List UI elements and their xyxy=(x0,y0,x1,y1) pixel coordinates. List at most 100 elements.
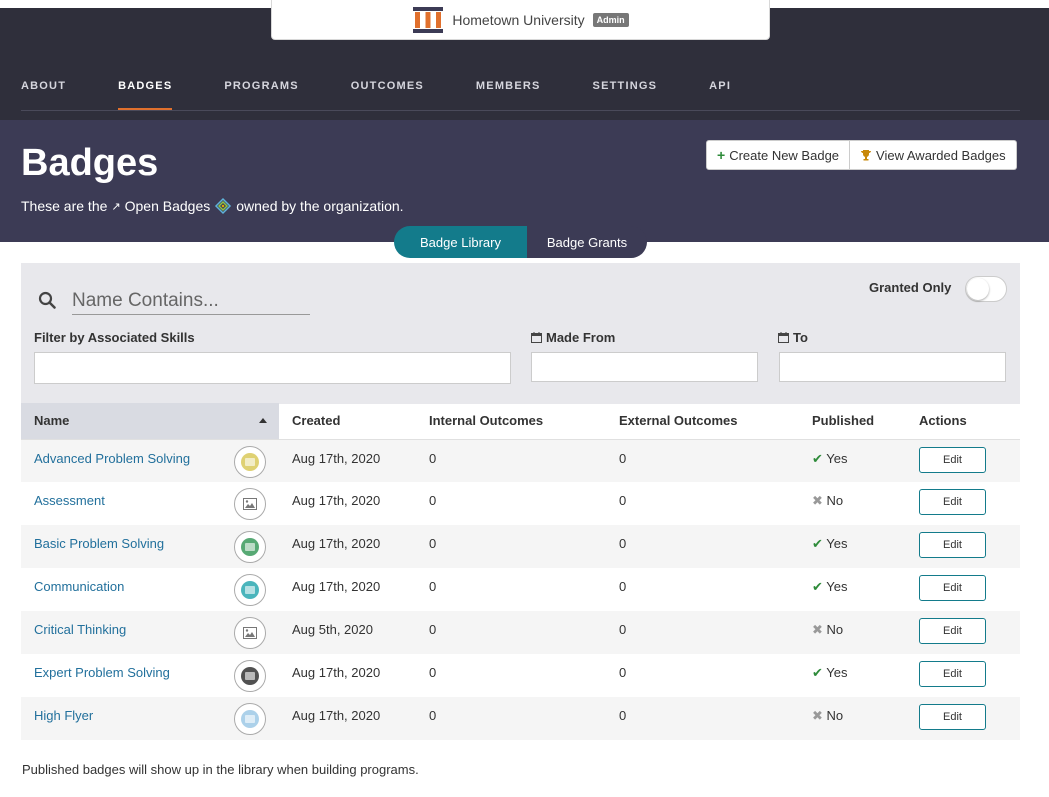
main-nav: ABOUT BADGES PROGRAMS OUTCOMES MEMBERS SETTIN… xyxy=(21,80,1020,111)
external-outcomes-cell: 0 xyxy=(606,439,799,482)
badge-name-cell: Communication xyxy=(21,568,279,611)
published-value: Yes xyxy=(826,665,848,680)
nav-badges[interactable]: BADGES xyxy=(118,80,173,110)
internal-outcomes-cell: 0 xyxy=(416,611,606,654)
badge-name-link[interactable]: Assessment xyxy=(34,493,105,508)
org-name: Hometown University xyxy=(452,11,585,28)
edit-badge-button[interactable]: Edit xyxy=(919,489,986,515)
col-actions: Actions xyxy=(906,403,1020,440)
edit-badge-button[interactable]: Edit xyxy=(919,532,986,558)
granted-only-toggle[interactable] xyxy=(965,276,1007,302)
badge-name-link[interactable]: Advanced Problem Solving xyxy=(34,451,190,466)
create-badge-label: Create New Badge xyxy=(729,147,840,163)
nav-api[interactable]: API xyxy=(709,80,731,110)
created-cell: Aug 17th, 2020 xyxy=(279,525,416,568)
org-switcher[interactable]: Hometown University Admin xyxy=(271,0,770,40)
badge-name-link[interactable]: Expert Problem Solving xyxy=(34,665,170,680)
nav-outcomes[interactable]: OUTCOMES xyxy=(351,80,424,110)
open-badges-link[interactable]: Open Badges xyxy=(125,198,211,214)
col-name[interactable]: Name xyxy=(21,403,279,440)
tab-badge-grants[interactable]: Badge Grants xyxy=(527,226,647,258)
table-row: High Flyer Aug 17th, 2020 0 0 ✖ No Edit xyxy=(21,697,1020,740)
filter-panel: Granted Only Filter by Associated Skills… xyxy=(21,263,1020,404)
badge-name-link[interactable]: Basic Problem Solving xyxy=(34,536,164,551)
university-logo-icon xyxy=(413,6,444,33)
subtitle-prefix: These are the xyxy=(21,198,108,214)
made-from-input[interactable] xyxy=(531,352,758,382)
image-placeholder-icon xyxy=(234,617,266,649)
badge-name-link[interactable]: High Flyer xyxy=(34,708,93,723)
badge-image-icon xyxy=(234,660,266,692)
nav-settings[interactable]: SETTINGS xyxy=(593,80,658,110)
plus-icon: + xyxy=(717,147,726,163)
edit-badge-button[interactable]: Edit xyxy=(919,661,986,687)
subtitle-suffix: owned by the organization. xyxy=(236,198,404,214)
image-placeholder-icon xyxy=(234,488,266,520)
toggle-knob xyxy=(967,278,989,300)
created-cell: Aug 17th, 2020 xyxy=(292,579,381,594)
skills-filter-input[interactable] xyxy=(34,352,511,384)
nav-programs[interactable]: PROGRAMS xyxy=(224,80,298,110)
badge-image-icon xyxy=(234,574,266,606)
edit-badge-button[interactable]: Edit xyxy=(919,575,986,601)
name-search-input[interactable] xyxy=(72,287,310,315)
table-row: Communication Aug 17th, 2020 0 0 ✔ Yes Edit xyxy=(21,568,1020,611)
trophy-icon xyxy=(861,150,872,161)
page-subtitle: These are the ↗ Open Badges owned by the… xyxy=(21,197,404,215)
edit-badge-button[interactable]: Edit xyxy=(919,446,986,473)
published-cell: ✔ Yes xyxy=(799,654,906,697)
badge-name-cell: Critical Thinking xyxy=(21,611,279,654)
created-cell: Aug 17th, 2020 xyxy=(279,439,416,482)
col-internal-outcomes: Internal Outcomes xyxy=(416,403,606,440)
edit-badge-button[interactable]: Edit xyxy=(919,704,986,730)
col-external-outcomes: External Outcomes xyxy=(606,403,799,440)
col-created: Created xyxy=(279,403,416,440)
tab-badge-library[interactable]: Badge Library xyxy=(394,226,527,258)
hero-actions: + Create New Badge View Awarded Badges xyxy=(706,140,1017,170)
internal-outcomes-cell: 0 xyxy=(429,493,437,508)
table-header-row: Name Created Internal Outcomes External … xyxy=(21,403,1020,440)
check-icon: ✔ xyxy=(812,579,823,594)
granted-only-label: Granted Only xyxy=(869,280,952,295)
view-awarded-label: View Awarded Badges xyxy=(876,147,1006,163)
external-link-icon: ↗ xyxy=(111,200,121,213)
x-icon: ✖ xyxy=(812,622,823,637)
table-row: Expert Problem Solving Aug 17th, 2020 0 0 ✔ … xyxy=(21,654,1020,697)
badge-image-icon xyxy=(234,703,266,735)
admin-badge: Admin xyxy=(592,12,629,27)
create-badge-button[interactable]: + Create New Badge xyxy=(706,140,851,170)
skills-filter-label: Filter by Associated Skills xyxy=(34,330,195,345)
actions-cell: Edit xyxy=(906,654,1020,697)
nav-about[interactable]: ABOUT xyxy=(21,80,66,110)
made-from-label-text: Made From xyxy=(546,330,616,345)
check-icon: ✔ xyxy=(812,665,823,680)
actions-cell: Edit xyxy=(906,611,1020,654)
published-cell: ✖ No xyxy=(799,611,906,654)
calendar-icon xyxy=(778,332,789,343)
nav-members[interactable]: MEMBERS xyxy=(476,80,541,110)
external-outcomes-cell: 0 xyxy=(606,525,799,568)
external-outcomes-cell: 0 xyxy=(606,611,799,654)
to-date-input[interactable] xyxy=(779,352,1006,382)
actions-cell: Edit xyxy=(906,568,1020,611)
external-outcomes-cell: 0 xyxy=(619,665,627,680)
published-cell: ✔ Yes xyxy=(799,568,906,611)
external-outcomes-cell: 0 xyxy=(619,579,627,594)
table-row: Basic Problem Solving Aug 17th, 2020 0 0 ✔ Y… xyxy=(21,525,1020,568)
edit-badge-button[interactable]: Edit xyxy=(919,618,986,644)
to-date-label-text: To xyxy=(793,330,808,345)
published-cell: ✖ No xyxy=(799,482,906,525)
created-cell: Aug 17th, 2020 xyxy=(292,665,381,680)
published-value: No xyxy=(826,493,844,508)
check-icon: ✔ xyxy=(812,536,823,551)
badge-name-link[interactable]: Critical Thinking xyxy=(34,622,126,637)
badge-name-link[interactable]: Communication xyxy=(34,579,124,594)
view-awarded-button[interactable]: View Awarded Badges xyxy=(850,140,1017,170)
badges-table: Name Created Internal Outcomes External … xyxy=(21,403,1020,740)
badge-image-icon xyxy=(234,531,266,563)
badge-name-cell: Assessment xyxy=(21,482,279,525)
actions-cell: Edit xyxy=(906,525,1020,568)
created-cell: Aug 17th, 2020 xyxy=(292,493,381,508)
published-value: No xyxy=(826,708,844,723)
published-value: Yes xyxy=(826,536,848,551)
